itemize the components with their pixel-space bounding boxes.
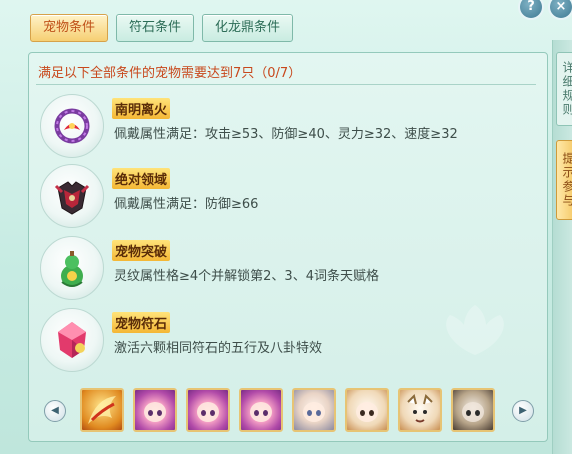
condition-description: 佩戴属性满足：防御≥66 [114, 197, 259, 212]
tab-pet-conditions[interactable]: 宠物条件 [30, 14, 109, 42]
tab-rune-conditions[interactable]: 符石条件 [116, 14, 195, 42]
header-divider [36, 84, 536, 85]
tab-bar: 宠物条件 符石条件 化龙鼎条件 [30, 14, 294, 42]
condition-title: 绝对领域 [112, 168, 171, 189]
arrow-left-icon[interactable]: ◀ [44, 400, 66, 422]
condition-row: 宠物突破 灵纹属性格≥4个并解锁第2、3、4词条天赋格 [40, 236, 540, 300]
condition-row: 绝对领域 佩戴属性满足：防御≥66 [40, 164, 540, 228]
armor-icon [40, 164, 104, 228]
pet-avatar-white-tiger[interactable] [398, 388, 442, 432]
condition-row: 南明离火 佩戴属性满足：攻击≥53、防御≥40、灵力≥32、速度≥32 [40, 94, 540, 158]
condition-title: 宠物符石 [112, 312, 171, 333]
requirement-header: 满足以下全部条件的宠物需要达到7只（0/7） [38, 66, 302, 81]
pet-avatar-dark-warrior[interactable] [451, 388, 495, 432]
arrow-right-icon[interactable]: ▶ [512, 400, 534, 422]
condition-title: 宠物突破 [112, 240, 171, 261]
pet-avatar-pink-girl[interactable] [133, 388, 177, 432]
side-details-button[interactable]: 详细规则 [556, 52, 572, 126]
rune-stone-icon [40, 308, 104, 372]
condition-row: 宠物符石 激活六颗相同符石的五行及八卦特效 [40, 308, 540, 372]
condition-title: 南明离火 [112, 98, 171, 119]
pet-avatar-pink-girl[interactable] [186, 388, 230, 432]
pet-avatar-ghost-child[interactable] [345, 388, 389, 432]
condition-description: 灵纹属性格≥4个并解锁第2、3、4词条天赋格 [114, 269, 379, 284]
gourd-icon [40, 236, 104, 300]
pet-avatar-bar: ◀ ▶ [40, 386, 540, 436]
ring-icon [40, 94, 104, 158]
pet-avatar-pink-girl[interactable] [239, 388, 283, 432]
condition-description: 激活六颗相同符石的五行及八卦特效 [114, 341, 323, 356]
pet-avatar-phoenix[interactable] [80, 388, 124, 432]
tab-dragon-cauldron-conditions[interactable]: 化龙鼎条件 [202, 14, 294, 42]
condition-description: 佩戴属性满足：攻击≥53、防御≥40、灵力≥32、速度≥32 [114, 127, 458, 142]
pet-avatar-white-hair-girl[interactable] [292, 388, 336, 432]
side-tip-button[interactable]: 提示参与 [556, 140, 572, 220]
